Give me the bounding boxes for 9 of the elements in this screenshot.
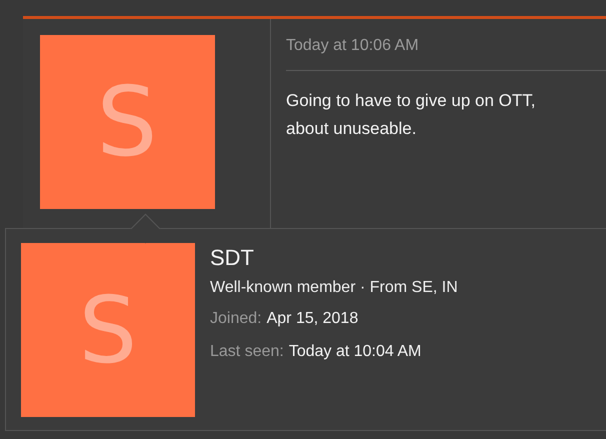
member-name[interactable]: SDT xyxy=(210,245,458,271)
member-info: Well-known member · From SE, IN xyxy=(210,279,458,297)
post-timestamp[interactable]: Today at 10:06 AM xyxy=(286,37,606,71)
fact-value: Today at 10:04 AM xyxy=(288,343,422,360)
fact-label: Joined: xyxy=(210,310,262,327)
post-text-line: about unuseable. xyxy=(286,118,418,140)
fact-label: Last seen: xyxy=(210,343,284,360)
fact-value: Apr 15, 2018 xyxy=(266,310,358,327)
post-text-line: Going to have to give up on OTT, xyxy=(286,90,536,112)
